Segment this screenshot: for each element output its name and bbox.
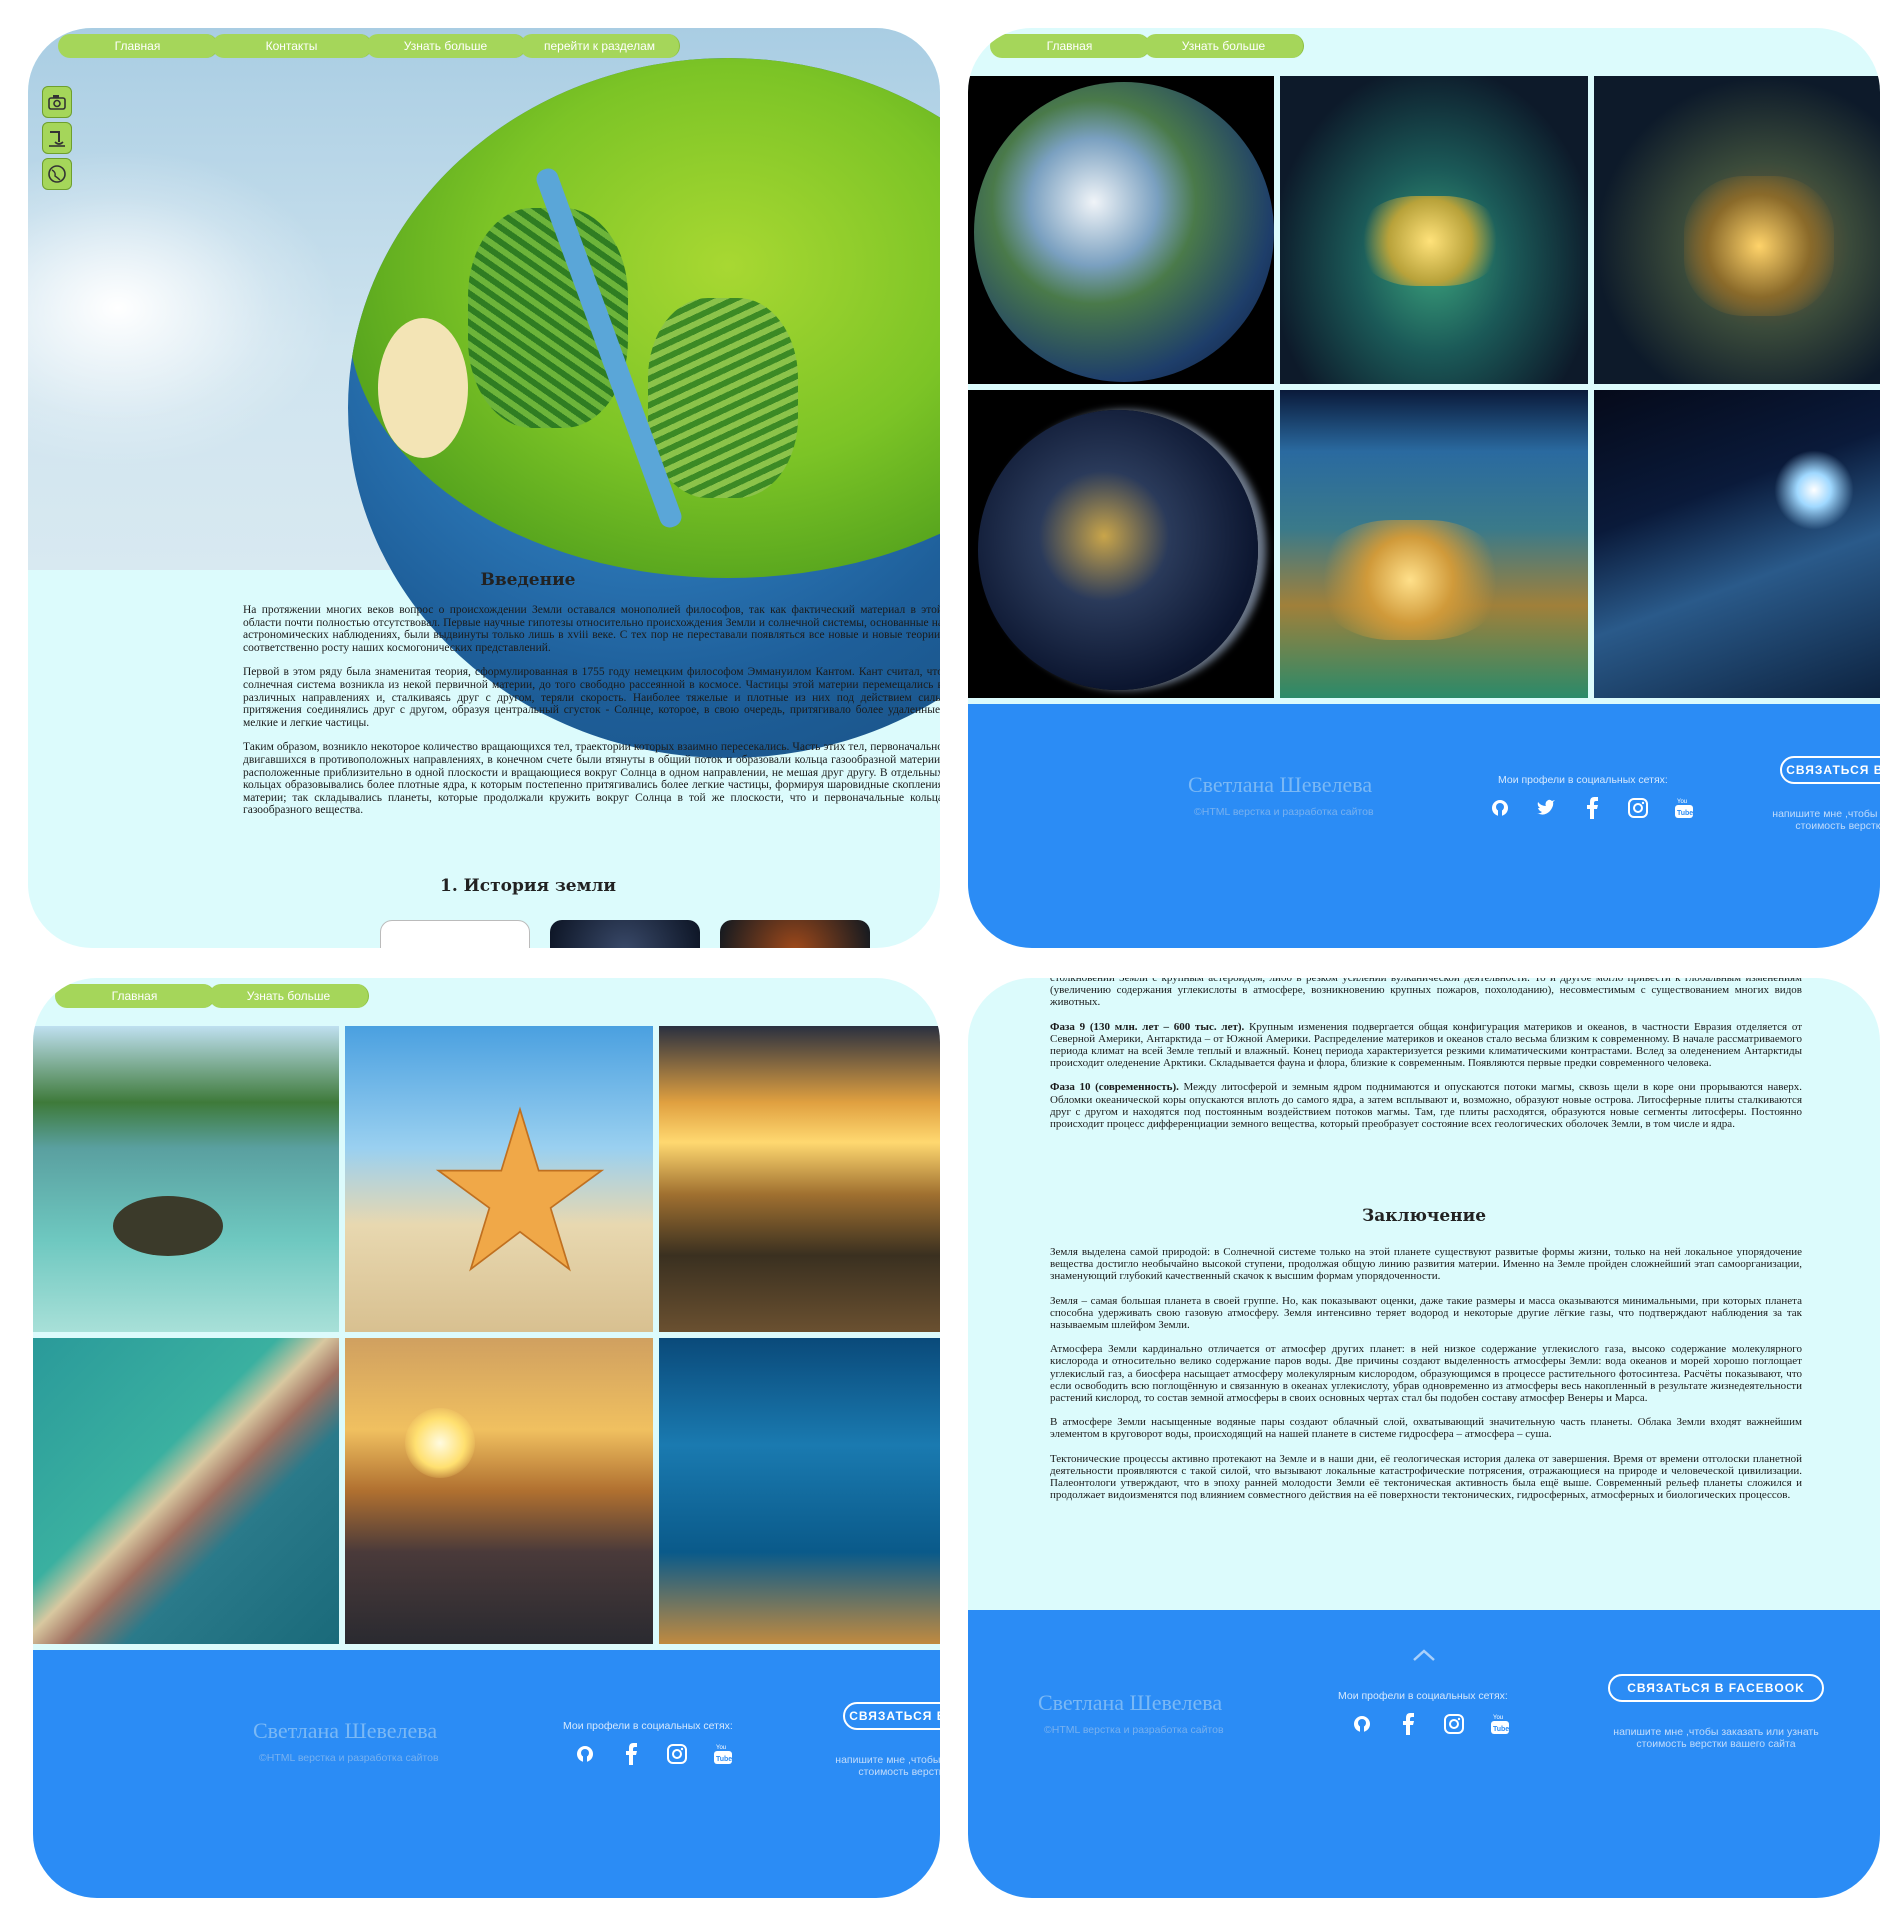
nav-go-to-sections[interactable]: перейти к разделам: [520, 34, 680, 58]
earth-photo-sunrise[interactable]: [1594, 390, 1880, 698]
phase-10-paragraph: Фаза 10 (современность). Между литосферо…: [1050, 1081, 1802, 1130]
sea-photo-starfish[interactable]: [345, 1026, 653, 1332]
conclusion-paragraph: В атмосфере Земли насыщенные водяные пар…: [1050, 1416, 1802, 1441]
history-thumbnail-space[interactable]: [550, 920, 700, 948]
facebook-icon[interactable]: [619, 1742, 643, 1766]
side-icon-bar: [42, 86, 72, 194]
gallery-nav: Главная Узнать больше: [990, 34, 1304, 58]
footer-author-name: Светлана Шевелева: [253, 1718, 438, 1743]
intro-page-panel: Главная Контакты Узнать больше перейти к…: [28, 28, 940, 948]
svg-text:Tube: Tube: [1677, 810, 1693, 817]
sea-photo-underwater[interactable]: [659, 1338, 940, 1644]
youtube-icon[interactable]: You Tube: [1672, 796, 1696, 820]
conclusion-paragraph: Тектонические процессы активно протекают…: [1050, 1452, 1802, 1502]
twitter-icon[interactable]: [1534, 796, 1558, 820]
history-thumbnail-planets[interactable]: [720, 920, 870, 948]
scroll-up-icon[interactable]: [1412, 1648, 1436, 1667]
svg-text:You: You: [1677, 799, 1687, 805]
youtube-icon[interactable]: You Tube: [1488, 1712, 1512, 1736]
footer-social-icons: You Tube: [1488, 796, 1696, 820]
svg-text:Tube: Tube: [716, 1756, 732, 1763]
nav-learn-more[interactable]: Узнать больше: [209, 984, 369, 1008]
globe-icon[interactable]: [42, 158, 72, 190]
earth-photo-night-globe[interactable]: [968, 390, 1274, 698]
earth-photo-asia-night[interactable]: [1280, 76, 1588, 384]
contact-facebook-button[interactable]: СВЯЗАТЬСЯ В FACEBOOK: [843, 1702, 940, 1730]
camera-icon[interactable]: [42, 86, 72, 118]
sea-gallery-panel: Главная Узнать больше Светлана Шевелева …: [33, 978, 940, 1898]
history-thumbnail-diagram[interactable]: [380, 920, 530, 948]
intro-article: На протяжении многих веков вопрос о прои…: [243, 604, 940, 829]
earth-photo-americas-lights[interactable]: [1594, 76, 1880, 384]
phases-article: столкновении Земли с крупным астероидом,…: [1050, 978, 1802, 1142]
github-icon[interactable]: [1350, 1712, 1374, 1736]
footer-author-name: Светлана Шевелева: [1188, 772, 1373, 797]
main-nav: Главная Контакты Узнать больше перейти к…: [58, 34, 680, 58]
footer-subtitle: ©HTML верстка и разработка сайтов: [1044, 1724, 1224, 1736]
phase-9-label: Фаза 9 (130 млн. лет – 600 тыс. лет).: [1050, 1020, 1245, 1033]
footer-social-icons: You Tube: [1350, 1712, 1512, 1736]
nav-contacts[interactable]: Контакты: [212, 34, 372, 58]
footer-note: напишите мне ,чтобы заказать или узнать …: [1613, 1726, 1819, 1750]
instagram-icon[interactable]: [1626, 796, 1650, 820]
footer-social-label: Мои профели в социальных сетях:: [563, 1720, 733, 1732]
hero-globe-image: [28, 28, 940, 758]
sea-photo-coast-aerial[interactable]: [33, 1338, 339, 1644]
section-title: 1. История земли: [440, 876, 616, 896]
footer-note: напишите мне ,чтобы заказать или узнать …: [835, 1754, 940, 1778]
intro-paragraph: На протяжении многих веков вопрос о прои…: [243, 604, 940, 654]
waterfall-icon[interactable]: [42, 122, 72, 154]
svg-text:Tube: Tube: [1493, 1726, 1509, 1733]
earth-photo-middle-east[interactable]: [1280, 390, 1588, 698]
nav-home[interactable]: Главная: [58, 34, 218, 58]
phase-paragraph: столкновении Земли с крупным астероидом,…: [1050, 978, 1802, 1009]
conclusion-title: Заключение: [1361, 1206, 1487, 1226]
sea-photo-turtle[interactable]: [33, 1026, 339, 1332]
facebook-icon[interactable]: [1580, 796, 1604, 820]
footer-social-label: Мои профели в социальных сетях:: [1498, 774, 1668, 786]
footer-social-icons: You Tube: [573, 1742, 735, 1766]
nav-home[interactable]: Главная: [990, 34, 1150, 58]
svg-text:You: You: [1493, 1715, 1503, 1721]
svg-text:You: You: [716, 1745, 726, 1751]
nav-home[interactable]: Главная: [55, 984, 215, 1008]
footer-author-name: Светлана Шевелева: [1038, 1690, 1223, 1715]
conclusion-paragraph: Земля выделена самой природой: в Солнечн…: [1050, 1246, 1802, 1283]
instagram-icon[interactable]: [665, 1742, 689, 1766]
earth-gallery-panel: Главная Узнать больше Светлана Шевелева …: [968, 28, 1880, 948]
footer-social-label: Мои профели в социальных сетях:: [1338, 1690, 1508, 1702]
site-footer: Светлана Шевелева ©HTML верстка и разраб…: [968, 1610, 1880, 1898]
conclusion-article: Земля выделена самой природой: в Солнечн…: [1050, 1246, 1802, 1513]
footer-note: напишите мне ,чтобы заказать или узнать …: [1772, 808, 1880, 832]
github-icon[interactable]: [573, 1742, 597, 1766]
youtube-icon[interactable]: You Tube: [711, 1742, 735, 1766]
instagram-icon[interactable]: [1442, 1712, 1466, 1736]
conclusion-page-panel: столкновении Земли с крупным астероидом,…: [968, 978, 1880, 1898]
intro-paragraph: Первой в этом ряду была знаменитая теори…: [243, 666, 940, 729]
contact-facebook-button[interactable]: СВЯЗАТЬСЯ В FACEBOOK: [1780, 756, 1880, 784]
contact-facebook-button[interactable]: СВЯЗАТЬСЯ В FACEBOOK: [1608, 1674, 1824, 1702]
conclusion-paragraph: Атмосфера Земли кардинально отличается о…: [1050, 1343, 1802, 1405]
conclusion-paragraph: Земля – самая большая планета в своей гр…: [1050, 1294, 1802, 1332]
site-footer: Светлана Шевелева ©HTML верстка и разраб…: [968, 704, 1880, 948]
phase-9-paragraph: Фаза 9 (130 млн. лет – 600 тыс. лет). Кр…: [1050, 1021, 1802, 1070]
intro-title: Введение: [480, 570, 576, 590]
earth-photo-americas[interactable]: [968, 76, 1274, 384]
sea-photo-sun-splash[interactable]: [345, 1338, 653, 1644]
github-icon[interactable]: [1488, 796, 1512, 820]
gallery-nav: Главная Узнать больше: [55, 984, 369, 1008]
nav-learn-more[interactable]: Узнать больше: [1144, 34, 1304, 58]
footer-subtitle: ©HTML верстка и разработка сайтов: [1194, 806, 1374, 818]
intro-paragraph: Таким образом, возникло некоторое количе…: [243, 741, 940, 817]
phase-10-label: Фаза 10 (современность).: [1050, 1081, 1179, 1094]
footer-subtitle: ©HTML верстка и разработка сайтов: [259, 1752, 439, 1764]
site-footer: Светлана Шевелева ©HTML верстка и разраб…: [33, 1650, 940, 1898]
nav-learn-more[interactable]: Узнать больше: [366, 34, 526, 58]
sea-photo-sunset-rocks[interactable]: [659, 1026, 940, 1332]
facebook-icon[interactable]: [1396, 1712, 1420, 1736]
